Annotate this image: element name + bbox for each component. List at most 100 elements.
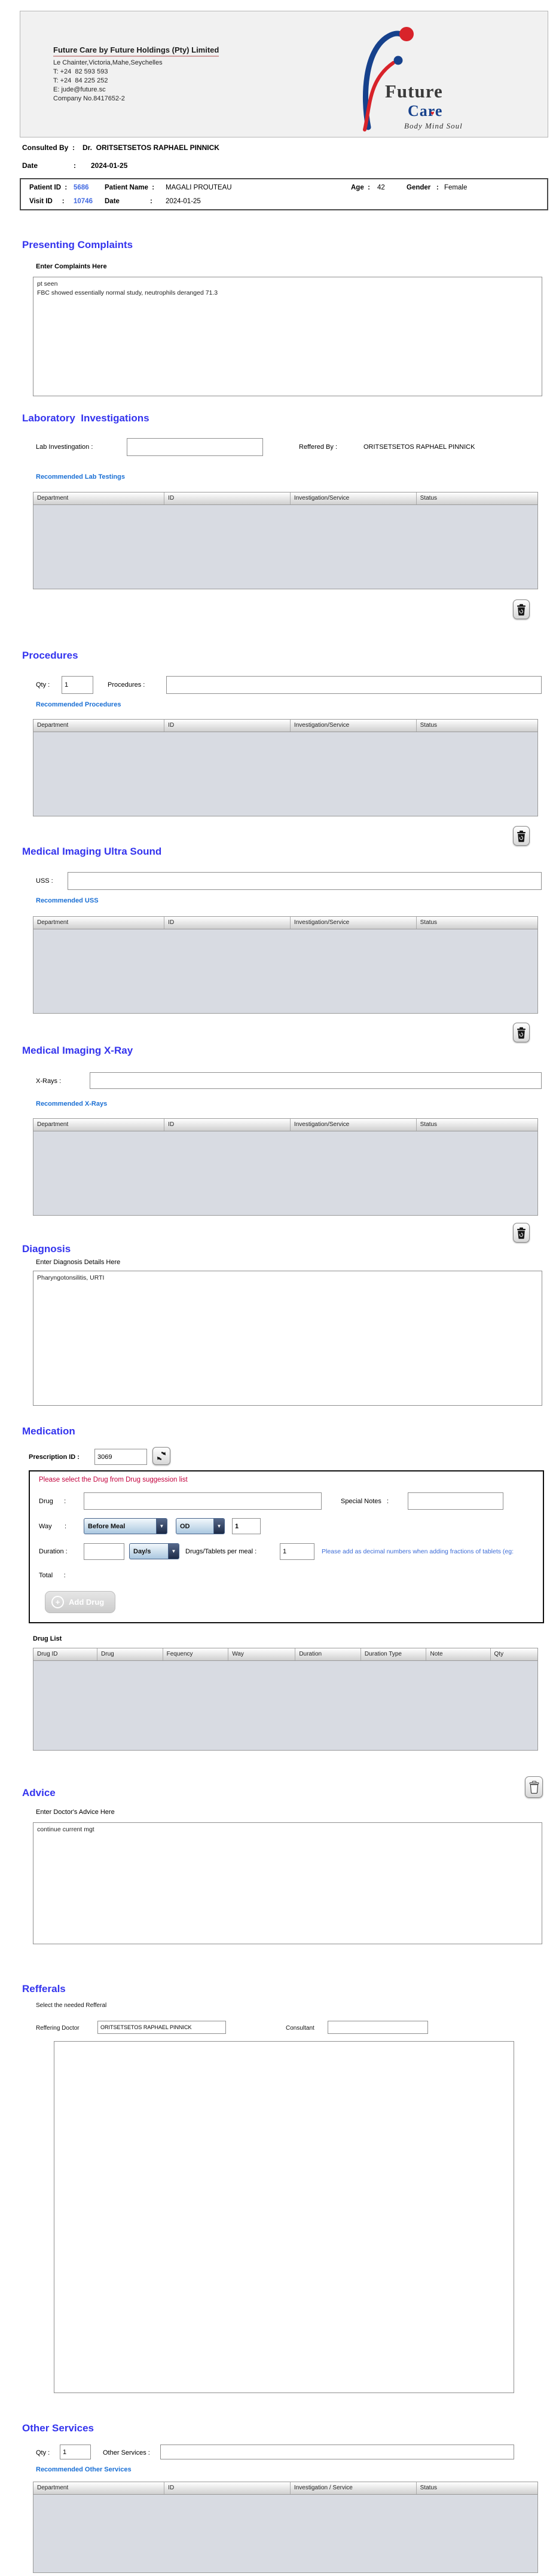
delete-lab-testing-button[interactable] — [513, 599, 530, 619]
procedures-table-body[interactable] — [33, 732, 537, 816]
lab-investigation-label: Lab Investingation : — [36, 443, 93, 451]
company-name: Future Care by Future Holdings (Pty) Lim… — [53, 45, 219, 57]
duration-unit-select[interactable]: Day/s ▼ — [129, 1543, 179, 1559]
prescription-id-input[interactable] — [94, 1449, 147, 1465]
drug-list-label: Drug List — [33, 1635, 62, 1642]
drug-label: Drug : — [39, 1498, 66, 1505]
gender-label: Gender : — [407, 184, 439, 191]
drug-table-header-row: Drug ID Drug Fequency Way Duration Durat… — [33, 1648, 537, 1661]
company-address: Le Chainter,Victoria,Mahe,Seychelles — [53, 59, 163, 66]
age-label: Age : — [351, 184, 370, 191]
lab-results-table: Department ID Investigation/Service Stat… — [33, 492, 538, 589]
uss-input[interactable] — [68, 872, 542, 890]
advice-field-label: Enter Doctor's Advice Here — [36, 1809, 115, 1816]
column-header-investigation-service: Investigation/Service — [291, 492, 417, 504]
section-title-medication: Medication — [22, 1425, 75, 1437]
add-drug-button[interactable]: + Add Drug — [45, 1591, 116, 1613]
column-header-department: Department — [33, 720, 165, 732]
way-qty-input[interactable] — [232, 1518, 261, 1534]
column-header-department: Department — [33, 1119, 165, 1131]
special-notes-label: Special Notes : — [341, 1498, 389, 1505]
duration-input[interactable] — [84, 1543, 124, 1560]
consulted-by-label: Consulted By : — [22, 143, 75, 152]
xray-input[interactable] — [90, 1072, 542, 1089]
other-services-qty-input[interactable] — [60, 2445, 91, 2459]
company-registration-number: Company No.8417652-2 — [53, 95, 125, 102]
frequency-select[interactable]: OD ▼ — [176, 1518, 225, 1534]
uss-table: Department ID Investigation/Service Stat… — [33, 916, 538, 1014]
lab-table-body[interactable] — [33, 505, 537, 589]
patient-id-value: 5686 — [74, 184, 89, 191]
other-services-input[interactable] — [160, 2445, 514, 2459]
refresh-prescription-button[interactable] — [152, 1447, 170, 1465]
column-header-way: Way — [228, 1648, 296, 1660]
add-drug-label: Add Drug — [69, 1598, 105, 1607]
column-header-id: ID — [164, 2482, 291, 2494]
xray-table-body[interactable] — [33, 1131, 537, 1215]
procedures-qty-label: Qty : — [36, 681, 50, 689]
advice-textarea[interactable]: continue current mgt — [33, 1822, 542, 1944]
section-title-diagnosis: Diagnosis — [22, 1243, 71, 1255]
referring-doctor-input[interactable] — [97, 2021, 226, 2034]
total-label: Total : — [39, 1572, 66, 1579]
recommended-xrays-link[interactable]: Recommended X-Rays — [36, 1100, 107, 1108]
lab-investigation-input[interactable] — [127, 438, 263, 456]
column-header-department: Department — [33, 492, 165, 504]
delete-advice-button[interactable] — [525, 1776, 543, 1798]
column-header-id: ID — [164, 492, 291, 504]
per-meal-label: Drugs/Tablets per meal : — [185, 1548, 257, 1555]
column-header-status: Status — [420, 1121, 438, 1128]
chevron-down-icon: ▼ — [156, 1519, 167, 1534]
column-header-drug-id: Drug ID — [33, 1648, 98, 1660]
section-title-laboratory-investigations: Laboratory Investigations — [22, 412, 149, 424]
trash-icon — [517, 604, 526, 616]
visit-date-value: 2024-01-25 — [166, 198, 201, 205]
patient-name-value: MAGALI PROUTEAU — [166, 184, 232, 191]
trash-icon — [517, 830, 526, 842]
consultant-input[interactable] — [328, 2021, 428, 2034]
delete-procedure-button[interactable] — [513, 826, 530, 846]
column-header-id: ID — [164, 720, 291, 732]
procedures-input[interactable] — [166, 676, 542, 694]
recommended-uss-link[interactable]: Recommended USS — [36, 897, 99, 904]
uss-table-header-row: Department ID Investigation/Service Stat… — [33, 917, 537, 929]
patient-id-label: Patient ID : — [29, 184, 68, 191]
section-title-presenting-complaints: Presenting Complaints — [22, 239, 133, 250]
prescription-id-label: Prescription ID : — [29, 1454, 80, 1461]
other-services-table-header-row: Department ID Investigation / Service St… — [33, 2482, 537, 2495]
special-notes-input[interactable] — [408, 1492, 503, 1510]
procedures-table-header-row: Department ID Investigation/Service Stat… — [33, 720, 537, 732]
column-header-investigation-service: Investigation/Service — [291, 917, 417, 929]
meal-timing-select[interactable]: Before Meal ▼ — [84, 1518, 167, 1534]
per-meal-input[interactable] — [280, 1543, 314, 1560]
patient-info-box: Patient ID : 5686 Patient Name : MAGALI … — [20, 178, 548, 210]
column-header-investigation-service: Investigation/Service — [291, 1119, 417, 1131]
recommended-lab-testings-link[interactable]: Recommended Lab Testings — [36, 473, 125, 481]
duration-unit-value: Day/s — [133, 1547, 151, 1555]
delete-xray-button[interactable] — [513, 1223, 530, 1243]
column-header-status: Status — [420, 722, 438, 729]
drug-input[interactable] — [84, 1492, 322, 1510]
recommended-other-services-link[interactable]: Recommended Other Services — [36, 2466, 132, 2473]
diagnosis-textarea[interactable]: Pharyngotonsilitis, URTI — [33, 1271, 542, 1406]
column-header-note: Note — [426, 1648, 491, 1660]
recommended-procedures-link[interactable]: Recommended Procedures — [36, 701, 121, 708]
procedures-qty-input[interactable] — [62, 676, 93, 694]
visit-date-label: Date : — [105, 198, 152, 205]
delete-uss-button[interactable] — [513, 1023, 530, 1042]
drug-selection-warning: Please select the Drug from Drug suggess… — [39, 1476, 188, 1483]
way-label: Way : — [39, 1523, 67, 1530]
prescription-page: Future Care by Future Holdings (Pty) Lim… — [0, 0, 556, 2576]
company-phone-2: T: +24 84 225 252 — [53, 77, 108, 84]
uss-field-label: USS : — [36, 877, 53, 885]
column-header-status: Status — [420, 2485, 438, 2491]
column-header-drug: Drug — [97, 1648, 163, 1660]
uss-table-body[interactable] — [33, 929, 537, 1013]
drug-table-body[interactable] — [33, 1661, 537, 1750]
referral-list-box[interactable] — [54, 2041, 514, 2393]
age-value: 42 — [377, 184, 385, 191]
other-services-table-body[interactable] — [33, 2495, 537, 2572]
section-title-xray: Medical Imaging X-Ray — [22, 1045, 133, 1056]
drug-list-table: Drug ID Drug Fequency Way Duration Durat… — [33, 1648, 538, 1751]
complaints-textarea[interactable]: pt seen FBC showed essentially normal st… — [33, 277, 542, 396]
